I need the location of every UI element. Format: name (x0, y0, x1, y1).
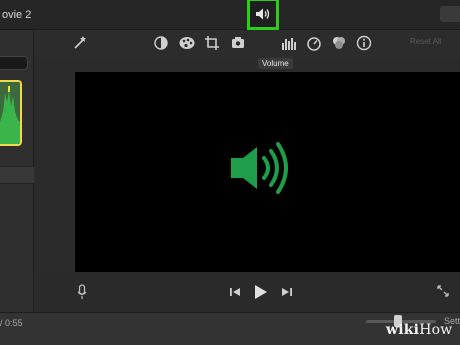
search-input[interactable] (0, 56, 28, 70)
color-correction-icon[interactable] (177, 33, 197, 53)
waveform-thumbnail-graphic (0, 82, 20, 144)
title-bar: ovie 2 (0, 0, 460, 30)
media-browser-panel (0, 30, 34, 345)
volume-icon[interactable] (247, 0, 279, 30)
color-balance-icon[interactable] (151, 33, 171, 53)
microphone-icon[interactable] (76, 284, 88, 300)
crop-icon[interactable] (202, 33, 222, 53)
filter-icon[interactable] (329, 33, 349, 53)
magic-wand-icon[interactable] (70, 33, 90, 53)
watermark-wiki: wiki (386, 322, 420, 338)
fullscreen-icon[interactable] (436, 284, 450, 298)
skip-forward-icon[interactable] (280, 285, 294, 299)
equalizer-icon[interactable] (280, 33, 300, 53)
info-icon[interactable] (354, 33, 374, 53)
speaker-icon (228, 140, 292, 201)
watermark-how: How (419, 322, 453, 338)
timecode: / 0:55 (0, 318, 23, 328)
title-bar-button[interactable] (440, 6, 460, 22)
skip-back-icon[interactable] (228, 285, 242, 299)
speed-icon[interactable] (304, 33, 324, 53)
stabilization-icon[interactable] (228, 33, 248, 53)
wikihow-watermark: wikiHow (386, 322, 452, 338)
volume-tooltip: Volume (258, 58, 293, 69)
clip-thumbnail[interactable] (0, 80, 22, 146)
reset-all-button[interactable]: Reset All (410, 37, 442, 46)
window-title: ovie 2 (2, 9, 32, 21)
panel-divider (0, 166, 34, 184)
playback-controls (34, 272, 460, 312)
play-icon[interactable] (252, 282, 270, 302)
